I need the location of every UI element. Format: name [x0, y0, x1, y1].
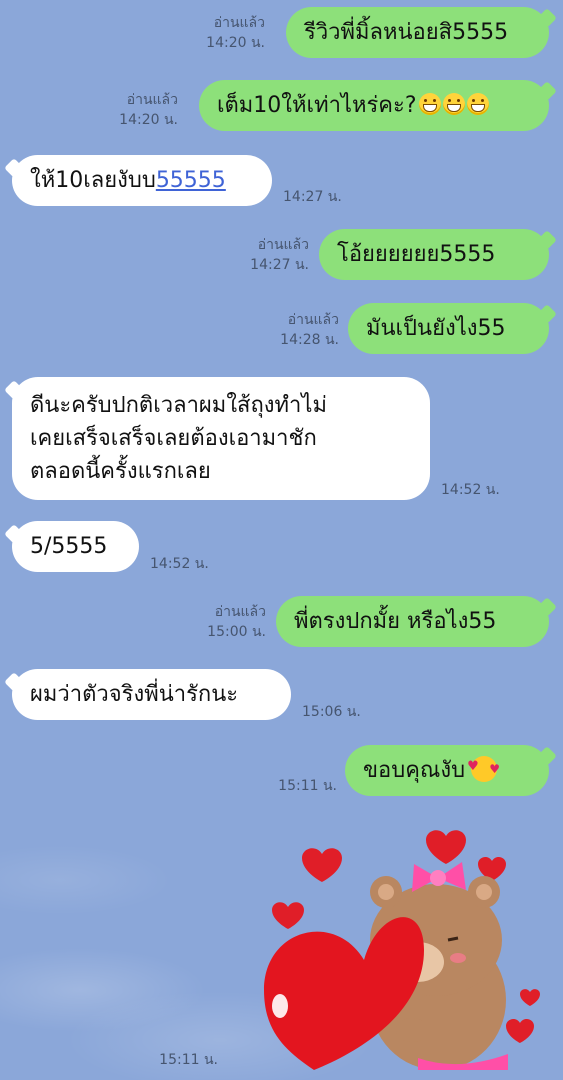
- heart-icon: [302, 848, 342, 882]
- message-bubble-incoming[interactable]: ดีนะครับปกติเวลาผมใส้ถุงทำไม่ เคยเสร็จเส…: [12, 377, 430, 500]
- message-bubble-incoming[interactable]: ผมว่าตัวจริงพี่น่ารักนะ: [12, 669, 291, 720]
- message-text: มันเป็นยังไง55: [366, 316, 506, 341]
- message-text: 5/5555: [30, 534, 108, 559]
- bear-heart-sticker-image: [264, 830, 540, 1070]
- heart-icon: [520, 989, 540, 1006]
- message-text: ให้10เลยงับบ: [30, 168, 156, 193]
- smiling-face-with-hearts-emoji-icon: [467, 750, 500, 786]
- heart-icon: [272, 902, 304, 929]
- message-time: 15:11 น.: [159, 1052, 218, 1068]
- message-time: 15:11 น.: [278, 778, 337, 794]
- message-bubble-outgoing[interactable]: เต็ม10ให้เท่าไหร่คะ?: [199, 80, 549, 131]
- message-link[interactable]: 55555: [156, 168, 226, 193]
- message-text: ผมว่าตัวจริงพี่น่ารักนะ: [30, 682, 239, 707]
- message-time: 14:52 น.: [441, 482, 500, 498]
- message-text: เต็ม10ให้เท่าไหร่คะ?: [217, 93, 417, 118]
- message-text-line: เคยเสร็จเสร็จเลยต้องเอามาชัก: [30, 426, 317, 451]
- read-receipt: อ่านแล้ว 14:20 น.: [206, 15, 265, 51]
- bear-heart-sticker[interactable]: [258, 830, 548, 1070]
- message-text: ขอบคุณงับ: [363, 758, 466, 783]
- read-receipt: อ่านแล้ว 15:00 น.: [207, 604, 266, 640]
- message-bubble-incoming[interactable]: ให้10เลยงับบ55555: [12, 155, 272, 206]
- read-receipt: อ่านแล้ว 14:20 น.: [119, 92, 178, 128]
- grin-emoji-icon: [466, 93, 489, 115]
- heart-icon: [426, 830, 466, 864]
- message-time: 15:06 น.: [302, 704, 361, 720]
- message-text-line: ดีนะครับปกติเวลาผมใส้ถุงทำไม่: [30, 393, 327, 418]
- message-text: โอ้ยยยยยย5555: [337, 242, 496, 267]
- message-bubble-outgoing[interactable]: รีวิวพี่มิ้ลหน่อยสิ5555: [286, 7, 549, 58]
- heart-icon: [506, 1019, 534, 1043]
- grin-emoji-icon: [442, 93, 465, 115]
- message-bubble-incoming[interactable]: 5/5555: [12, 521, 139, 572]
- message-bubble-outgoing[interactable]: มันเป็นยังไง55: [348, 303, 549, 354]
- message-text-line: ตลอดนี้ครั้งแรกเลย: [30, 459, 211, 484]
- message-time: 14:52 น.: [150, 556, 209, 572]
- message-bubble-outgoing[interactable]: โอ้ยยยยยย5555: [319, 229, 549, 280]
- message-time: 14:27 น.: [283, 189, 342, 205]
- read-receipt: อ่านแล้ว 14:28 น.: [280, 312, 339, 348]
- grin-emoji-icon: [418, 93, 441, 115]
- message-text: พี่ตรงปกมั้ย หรือไง55: [294, 609, 497, 634]
- message-bubble-outgoing[interactable]: พี่ตรงปกมั้ย หรือไง55: [276, 596, 549, 647]
- message-text: รีวิวพี่มิ้ลหน่อยสิ5555: [304, 20, 509, 45]
- read-receipt: อ่านแล้ว 14:27 น.: [250, 237, 309, 273]
- message-bubble-outgoing[interactable]: ขอบคุณงับ: [345, 745, 549, 796]
